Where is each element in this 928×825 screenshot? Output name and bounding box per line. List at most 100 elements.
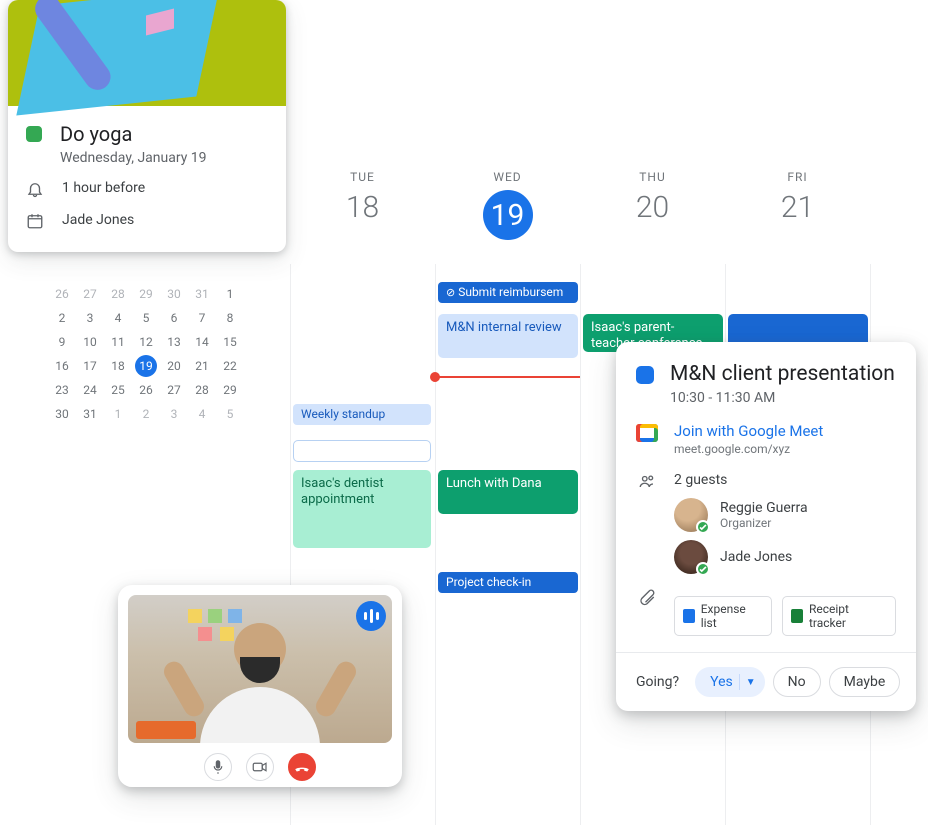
mini-month-day[interactable]: 4 <box>104 306 132 330</box>
mini-month-day[interactable]: 8 <box>216 306 244 330</box>
event-project-checkin[interactable]: Project check-in <box>438 572 578 593</box>
speaking-indicator-icon <box>356 601 386 631</box>
week-day-column[interactable]: WED19 <box>435 170 580 240</box>
participant-video <box>180 623 340 743</box>
mini-month-day[interactable]: 30 <box>48 402 76 426</box>
event-date: Wednesday, January 19 <box>60 150 207 166</box>
mini-month-day[interactable]: 14 <box>188 330 216 354</box>
chevron-down-icon[interactable]: ▼ <box>746 677 756 688</box>
attachment-chip[interactable]: Expense list <box>674 596 772 636</box>
event-reminder: 1 hour before <box>62 180 145 196</box>
mini-month-day[interactable]: 22 <box>216 354 244 378</box>
event-owner: Jade Jones <box>62 212 134 228</box>
event-dentist[interactable]: Isaac's dentist appointment <box>293 470 431 548</box>
mini-month-calendar[interactable]: 2627282930311234567891011121314151617181… <box>48 282 244 426</box>
meet-url: meet.google.com/xyz <box>674 442 823 456</box>
mini-month-day[interactable]: 5 <box>132 306 160 330</box>
event-empty-slot[interactable] <box>293 440 431 462</box>
mini-month-day[interactable]: 6 <box>160 306 188 330</box>
event-lunch[interactable]: Lunch with Dana <box>438 470 578 514</box>
mini-month-day[interactable]: 18 <box>104 354 132 378</box>
bell-icon <box>26 180 44 198</box>
sheets-icon <box>791 609 803 623</box>
google-meet-icon <box>636 424 658 442</box>
mini-month-day[interactable]: 9 <box>48 330 76 354</box>
avatar <box>674 498 708 532</box>
mini-month-day[interactable]: 15 <box>216 330 244 354</box>
end-call-button[interactable] <box>288 753 316 781</box>
mini-month-day[interactable]: 26 <box>132 378 160 402</box>
rsvp-maybe-button[interactable]: Maybe <box>829 667 901 697</box>
event-internal-review[interactable]: M&N internal review <box>438 314 578 358</box>
mini-month-day[interactable]: 11 <box>104 330 132 354</box>
mini-month-day[interactable]: 5 <box>216 402 244 426</box>
mini-month-day[interactable]: 12 <box>132 330 160 354</box>
week-day-column[interactable]: THU20 <box>580 170 725 240</box>
week-day-column[interactable]: FRI21 <box>725 170 870 240</box>
mini-month-day[interactable]: 7 <box>188 306 216 330</box>
rsvp-no-button[interactable]: No <box>773 667 821 697</box>
guest-role: Organizer <box>720 516 808 530</box>
mini-month-day[interactable]: 19 <box>132 354 160 378</box>
event-popover: M&N client presentation 10:30 - 11:30 AM… <box>616 342 916 711</box>
popover-title: M&N client presentation <box>670 362 895 386</box>
event-submit-reimbursement[interactable]: ⊘ Submit reimbursem <box>438 282 578 303</box>
check-icon <box>696 520 710 534</box>
attachment-chip[interactable]: Receipt tracker <box>782 596 896 636</box>
mini-month-day[interactable]: 3 <box>160 402 188 426</box>
mini-month-day[interactable]: 26 <box>48 282 76 306</box>
going-label: Going? <box>636 674 679 690</box>
rsvp-footer: Going? Yes ▼ No Maybe <box>616 652 916 711</box>
mini-month-day[interactable]: 1 <box>104 402 132 426</box>
week-header: TUE18WED19THU20FRI21S2 <box>290 170 928 240</box>
week-day-column[interactable]: S2 <box>870 170 928 240</box>
mini-month-day[interactable]: 27 <box>76 282 104 306</box>
mini-month-day[interactable]: 3 <box>76 306 104 330</box>
join-meet-link[interactable]: Join with Google Meet <box>674 422 823 440</box>
rsvp-yes-button[interactable]: Yes ▼ <box>695 667 765 697</box>
day-number: 2 <box>870 190 928 225</box>
mini-month-day[interactable]: 28 <box>104 282 132 306</box>
mini-month-day[interactable]: 2 <box>48 306 76 330</box>
mini-month-day[interactable]: 21 <box>188 354 216 378</box>
mini-month-day[interactable]: 27 <box>160 378 188 402</box>
mini-month-day[interactable]: 29 <box>132 282 160 306</box>
mini-month-day[interactable]: 2 <box>132 402 160 426</box>
guest-name: Jade Jones <box>720 549 792 565</box>
mini-month-day[interactable]: 28 <box>188 378 216 402</box>
mini-month-day[interactable]: 17 <box>76 354 104 378</box>
mini-month-day[interactable]: 25 <box>104 378 132 402</box>
mini-month-day[interactable]: 29 <box>216 378 244 402</box>
docs-icon <box>683 609 695 623</box>
mini-month-day[interactable]: 13 <box>160 330 188 354</box>
mini-month-day[interactable]: 31 <box>188 282 216 306</box>
mini-month-day[interactable]: 1 <box>216 282 244 306</box>
day-of-week-label: WED <box>435 170 580 184</box>
video-frame[interactable] <box>128 595 392 743</box>
guests-count: 2 guests <box>674 472 727 488</box>
now-indicator <box>435 376 580 378</box>
mic-button[interactable] <box>204 753 232 781</box>
mini-month-day[interactable]: 20 <box>160 354 188 378</box>
mini-month-day[interactable]: 4 <box>188 402 216 426</box>
day-number: 21 <box>725 190 870 225</box>
attachment-label: Expense list <box>701 602 764 630</box>
mini-month-day[interactable]: 23 <box>48 378 76 402</box>
mini-month-day[interactable]: 31 <box>76 402 104 426</box>
mini-month-day[interactable]: 16 <box>48 354 76 378</box>
guest-row[interactable]: Reggie GuerraOrganizer <box>674 498 896 532</box>
week-day-column[interactable]: TUE18 <box>290 170 435 240</box>
guest-row[interactable]: Jade Jones <box>674 540 896 574</box>
attachment-label: Receipt tracker <box>809 602 887 630</box>
event-weekly-standup[interactable]: Weekly standup <box>293 404 431 425</box>
check-icon <box>696 562 710 576</box>
event-hero-graphic <box>8 0 286 106</box>
day-of-week-label: S <box>870 170 928 184</box>
video-meeting-tile <box>118 585 402 787</box>
camera-button[interactable] <box>246 753 274 781</box>
mini-month-day[interactable]: 10 <box>76 330 104 354</box>
calendar-icon <box>26 212 44 230</box>
mini-month-day[interactable]: 30 <box>160 282 188 306</box>
mini-month-day[interactable]: 24 <box>76 378 104 402</box>
guest-name: Reggie Guerra <box>720 500 808 516</box>
